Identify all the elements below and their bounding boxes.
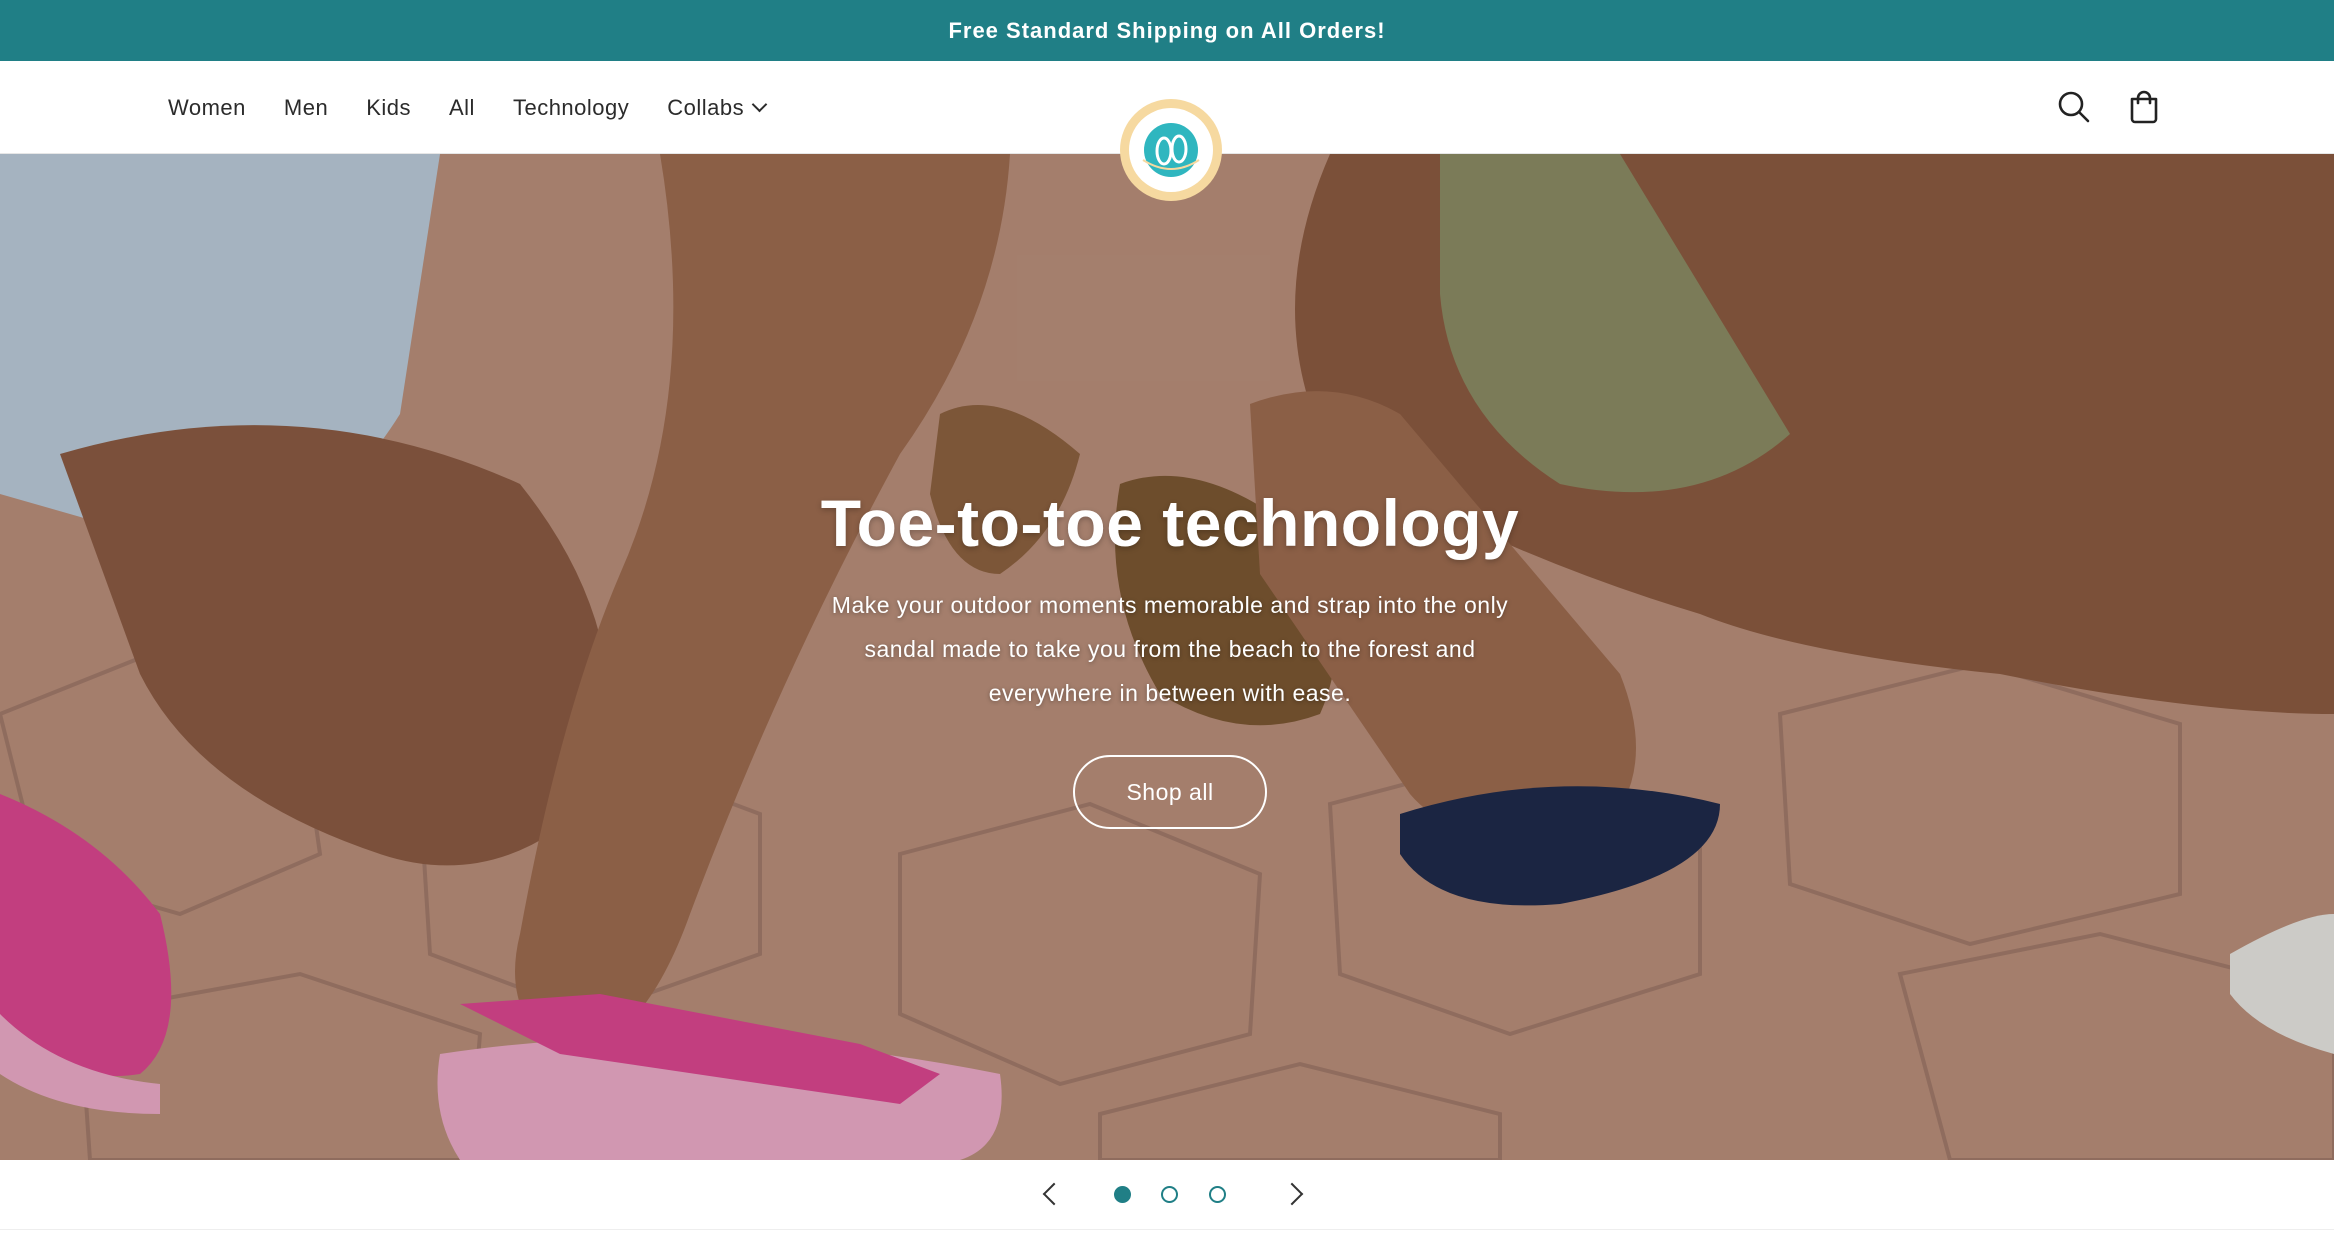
hero-title: Toe-to-toe technology: [820, 486, 1520, 560]
announcement-text: Free Standard Shipping on All Orders!: [948, 17, 1386, 43]
nav-item-label: All: [449, 94, 475, 120]
next-slide-button[interactable]: [1280, 1182, 1304, 1206]
search-icon[interactable]: [2054, 87, 2094, 127]
main-nav: Women Men Kids All Technology Collabs: [168, 61, 768, 154]
slide-dot-1[interactable]: [1114, 1186, 1131, 1203]
nav-item-all[interactable]: All: [449, 95, 475, 121]
slide-dot-3[interactable]: [1209, 1186, 1226, 1203]
nav-item-kids[interactable]: Kids: [366, 95, 411, 121]
nav-item-technology[interactable]: Technology: [513, 95, 629, 121]
chevron-down-icon: [751, 96, 768, 113]
shop-all-button[interactable]: Shop all: [1073, 755, 1267, 830]
nav-item-label: Technology: [512, 94, 630, 120]
nav-item-men[interactable]: Men: [284, 95, 328, 121]
nav-item-label: Kids: [366, 94, 411, 120]
logo-ring: [1129, 108, 1213, 192]
nav-item-label: Men: [283, 94, 329, 120]
brand-logo[interactable]: [1120, 99, 1222, 201]
sandal-logo-icon: [1142, 123, 1200, 177]
slideshow-controls: [0, 1160, 2334, 1230]
hero-description: Make your outdoor moments memorable and …: [831, 592, 1509, 707]
slide-dot-2[interactable]: [1161, 1186, 1178, 1203]
announcement-bar: Free Standard Shipping on All Orders!: [0, 0, 2334, 61]
nav-item-collabs[interactable]: Collabs: [667, 94, 768, 121]
cart-icon[interactable]: [2124, 87, 2164, 127]
nav-item-label: Collabs: [667, 94, 745, 120]
hero-content: Toe-to-toe technology Make your outdoor …: [770, 484, 1570, 830]
nav-item-label: Women: [168, 94, 246, 120]
hero-slideshow: Toe-to-toe technology Make your outdoor …: [0, 154, 2334, 1160]
previous-slide-button[interactable]: [1042, 1182, 1066, 1206]
nav-item-women[interactable]: Women: [168, 95, 246, 121]
